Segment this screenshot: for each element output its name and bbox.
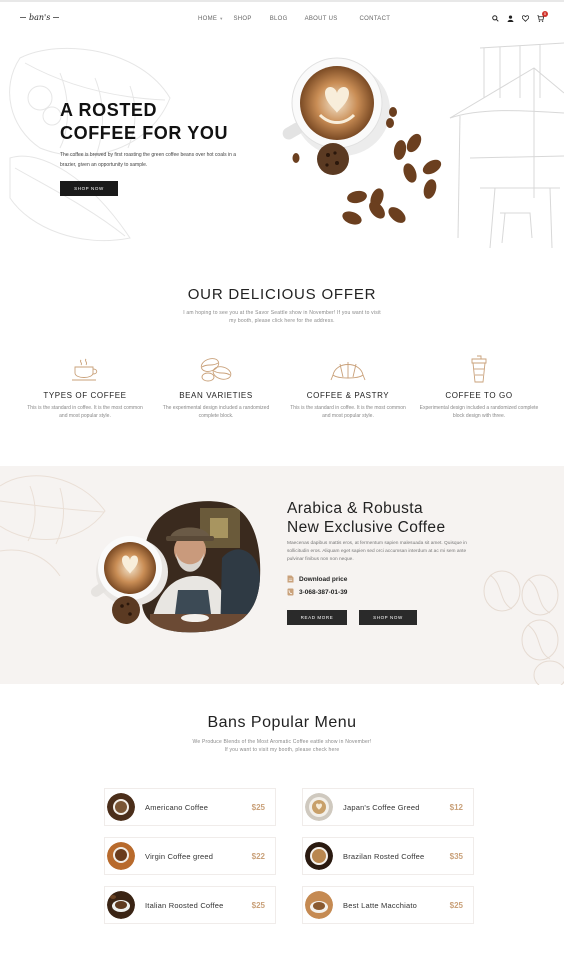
- document-icon: [287, 575, 294, 583]
- latte-macchiato-thumbnail: [305, 891, 333, 919]
- menu-item-name: Best Latte Macchiato: [343, 901, 418, 910]
- hero-title: A ROSTED COFFEE FOR YOU: [60, 99, 228, 145]
- menu-item-price: $12: [449, 803, 463, 812]
- phone-icon: [287, 588, 294, 596]
- offer-item-bean-varieties[interactable]: BEAN VARIETIES The experimental design i…: [156, 353, 276, 420]
- offer-item-desc: This is the standard in coffee. It is th…: [290, 405, 406, 419]
- japan-coffee-thumbnail: [305, 793, 333, 821]
- menu-item-card[interactable]: Americano Coffee $25: [104, 788, 276, 826]
- barista-image: [90, 501, 261, 633]
- offer-item-title: BEAN VARIETIES: [179, 391, 253, 400]
- menu-subtitle-line-1: We Produce Blends of the Most Aromatic C…: [192, 739, 372, 745]
- cafe-sketch-decoration: [449, 42, 564, 249]
- menu-subtitle: We Produce Blends of the Most Aromatic C…: [0, 738, 564, 754]
- heart-icon[interactable]: [522, 15, 529, 22]
- menu-item-card[interactable]: Virgin Coffee greed $22: [104, 837, 276, 875]
- menu-item-price: $25: [449, 901, 463, 910]
- arabica-description: Maecenas dapibus mattis eros, at ferment…: [287, 541, 467, 562]
- arabica-title: Arabica & Robusta New Exclusive Coffee: [287, 499, 445, 537]
- menu-item-name: Brazilan Rosted Coffee: [343, 852, 425, 861]
- offer-subtitle-text: I am hoping to see you at the Savor Seat…: [183, 310, 381, 324]
- offer-item-title: TYPES OF COFFEE: [43, 391, 127, 400]
- download-price-link[interactable]: Download price: [287, 575, 347, 583]
- menu-item-card[interactable]: Best Latte Macchiato $25: [302, 886, 474, 924]
- nav-item-about[interactable]: ABOUT US: [305, 16, 338, 22]
- menu-item-price: $25: [251, 901, 265, 910]
- menu-item-price: $25: [251, 803, 265, 812]
- brazilian-coffee-thumbnail: [305, 842, 333, 870]
- nav-item-shop[interactable]: SHOP: [233, 16, 251, 22]
- hero-coffee-image: [282, 57, 442, 225]
- menu-item-name: Americano Coffee: [145, 803, 209, 812]
- offer-item-desc: The experimental design included a rando…: [162, 405, 270, 419]
- offer-item-coffee-to-go[interactable]: COFFEE TO GO Experimental design include…: [419, 353, 539, 420]
- menu-item-card[interactable]: Brazilan Rosted Coffee $35: [302, 837, 474, 875]
- chevron-down-icon: ▼: [219, 16, 224, 21]
- menu-item-name: Japan's Coffee Greed: [343, 803, 420, 812]
- offer-item-desc: Experimental design included a randomize…: [419, 405, 539, 419]
- cart-count-badge: 0: [542, 11, 548, 17]
- read-more-button[interactable]: READ MORE: [287, 610, 347, 625]
- search-icon[interactable]: [492, 15, 499, 22]
- logo-text: ban's: [29, 13, 51, 22]
- menu-subtitle-line-2: If you want to visit my booth, please ch…: [224, 747, 340, 753]
- phone-number-text: 3-068-387-01-39: [299, 588, 348, 596]
- menu-item-card[interactable]: Japan's Coffee Greed $12: [302, 788, 474, 826]
- arabica-title-line-1: Arabica & Robusta: [287, 500, 424, 517]
- menu-item-card[interactable]: Italian Roosted Coffee $25: [104, 886, 276, 924]
- offer-title: OUR DELICIOUS OFFER: [187, 286, 377, 303]
- menu-item-price: $22: [251, 852, 265, 861]
- phone-number[interactable]: 3-068-387-01-39: [287, 588, 347, 596]
- main-nav: HOME ▼ SHOP BLOG ABOUT US CONTACT: [198, 16, 390, 22]
- takeaway-cup-icon: [471, 355, 487, 383]
- header-icons: 0: [492, 11, 548, 22]
- logo-dash-left: [20, 17, 26, 18]
- hero-shop-now-button[interactable]: SHOP NOW: [60, 181, 118, 196]
- hero-title-line-2: COFFEE FOR YOU: [60, 123, 229, 143]
- offer-item-desc: This is the standard in coffee. It is th…: [27, 405, 143, 419]
- nav-item-blog[interactable]: BLOG: [270, 16, 288, 22]
- offer-item-title: COFFEE & PASTRY: [306, 391, 390, 400]
- offer-subtitle: I am hoping to see you at the Savor Seat…: [0, 309, 564, 325]
- americano-thumbnail: [107, 793, 135, 821]
- hero-title-line-1: A ROSTED: [60, 100, 158, 120]
- nav-item-home[interactable]: HOME ▼: [198, 16, 223, 22]
- site-header: ban's HOME ▼ SHOP BLOG ABOUT US CONTACT 0: [0, 0, 564, 36]
- logo-dash-right: [53, 17, 60, 18]
- cart-button[interactable]: 0: [537, 11, 548, 22]
- italian-coffee-thumbnail: [107, 891, 135, 919]
- logo[interactable]: ban's: [20, 13, 60, 22]
- menu-title: Bans Popular Menu: [207, 714, 357, 731]
- menu-item-price: $35: [449, 852, 463, 861]
- coffee-cup-icon: [72, 358, 98, 381]
- offer-item-title: COFFEE TO GO: [445, 391, 513, 400]
- offer-item-coffee-pastry[interactable]: COFFEE & PASTRY This is the standard in …: [288, 353, 408, 420]
- user-icon[interactable]: [507, 15, 514, 22]
- download-price-label: Download price: [299, 575, 348, 583]
- offer-item-types-of-coffee[interactable]: TYPES OF COFFEE This is the standard in …: [25, 353, 145, 420]
- beans-sketch-band-decoration: [483, 570, 564, 685]
- nav-home-label: HOME: [198, 16, 218, 22]
- menu-item-name: Italian Roosted Coffee: [145, 901, 224, 910]
- arabica-shop-now-button[interactable]: SHOP NOW: [359, 610, 417, 625]
- virgin-coffee-thumbnail: [107, 842, 135, 870]
- croissant-icon: [330, 362, 366, 381]
- coffee-beans-icon: [200, 358, 232, 382]
- hero-description: The coffee is brewed by first roasting t…: [60, 152, 237, 168]
- arabica-title-line-2: New Exclusive Coffee: [287, 519, 446, 536]
- nav-item-contact[interactable]: CONTACT: [360, 16, 391, 22]
- menu-item-name: Virgin Coffee greed: [145, 852, 214, 861]
